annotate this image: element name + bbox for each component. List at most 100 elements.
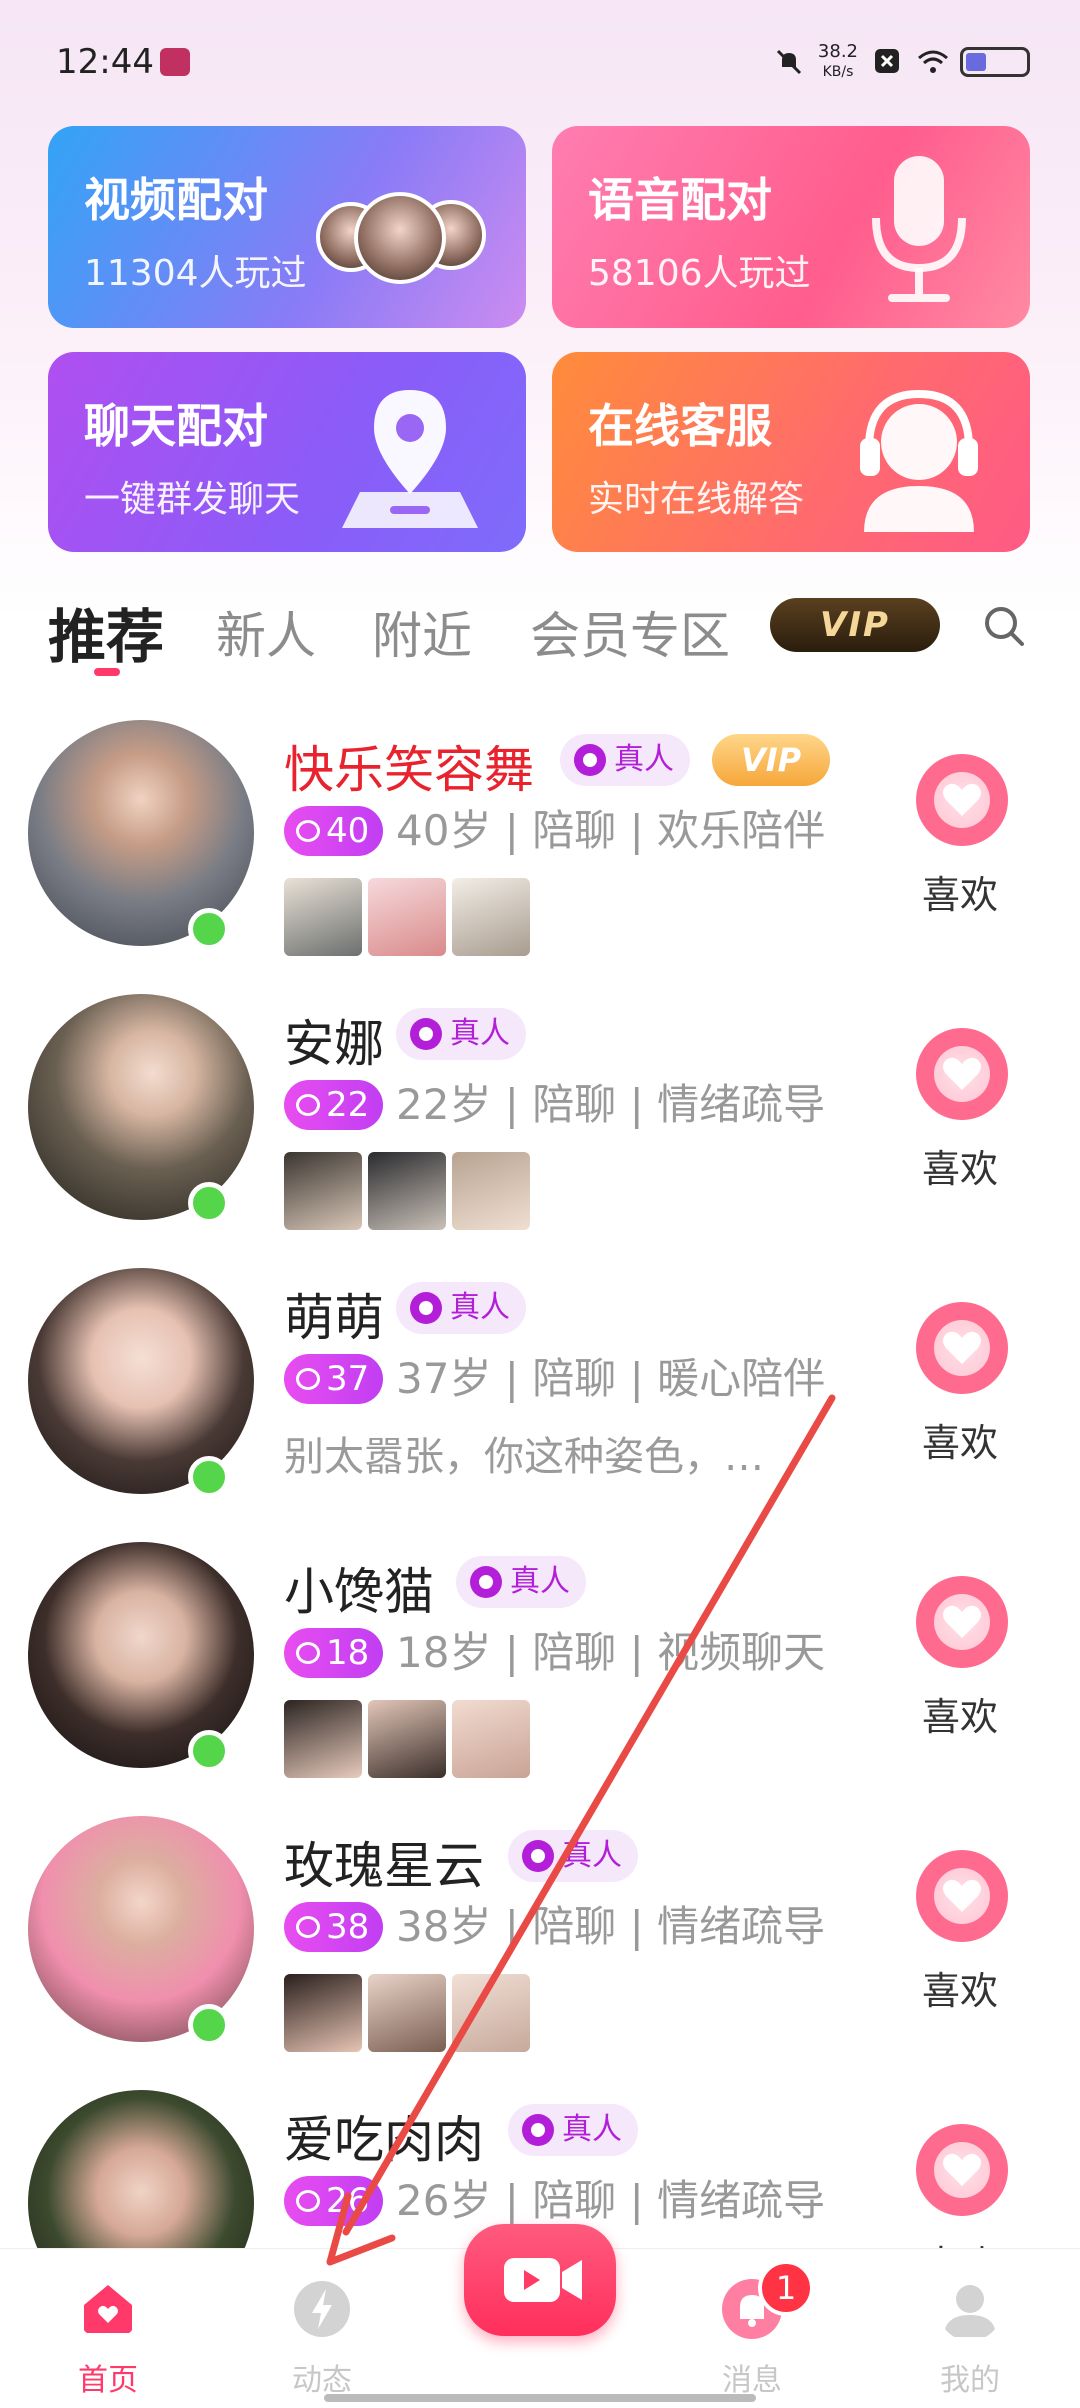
verified-label: 真人: [614, 742, 674, 777]
vip-badge: VIP: [712, 734, 830, 786]
nav-home[interactable]: 首页: [38, 2277, 178, 2399]
like-button[interactable]: [916, 1028, 1008, 1120]
tab-nearby[interactable]: 附近: [372, 596, 472, 668]
video-call-button[interactable]: [464, 2224, 616, 2336]
heart-icon: [943, 2153, 981, 2186]
like-button[interactable]: [916, 1302, 1008, 1394]
app-notification-icon: [160, 48, 190, 76]
like-button[interactable]: [916, 2124, 1008, 2216]
voice-match-title: 语音配对: [588, 173, 772, 227]
profile-list-item[interactable]: 萌萌 真人 37 37岁 | 陪聊 | 暖心陪伴 别太嚣张，你这种姿色，… 喜欢: [0, 1268, 1080, 1540]
voice-match-card[interactable]: 语音配对 58106人玩过: [552, 126, 1030, 328]
photo-thumbnail[interactable]: [284, 1700, 362, 1778]
profile-list-item[interactable]: 安娜 真人 22 22岁 | 陪聊 | 情绪疏导 喜欢: [0, 994, 1080, 1266]
age-number: 40: [326, 811, 370, 851]
like-label: 喜欢: [922, 1969, 999, 2013]
profile-info: 18岁 | 陪聊 | 视频聊天: [396, 1628, 826, 1677]
chat-bubble-icon: [296, 1642, 320, 1664]
photo-thumbnail[interactable]: [368, 1700, 446, 1778]
like-button[interactable]: [916, 1576, 1008, 1668]
vip-zone-badge[interactable]: VIP: [770, 598, 940, 652]
profile-list-item[interactable]: 快乐笑容舞 真人 VIP 40 40岁 | 陪聊 | 欢乐陪伴 喜欢: [0, 720, 1080, 992]
heart-icon: [943, 1879, 981, 1912]
video-match-title: 视频配对: [84, 173, 268, 227]
net-speed-value: 38.2: [817, 41, 858, 62]
photo-thumbnail[interactable]: [452, 1152, 530, 1230]
nav-profile-label: 我的: [940, 2363, 1000, 2398]
video-match-subtitle: 11304人玩过: [84, 253, 307, 294]
online-status-dot: [188, 908, 230, 950]
photo-thumbnails: [284, 1700, 530, 1778]
like-button[interactable]: [916, 1850, 1008, 1942]
active-tab-indicator: [94, 668, 120, 676]
profile-list-item[interactable]: 玫瑰星云 真人 38 38岁 | 陪聊 | 情绪疏导 喜欢: [0, 1816, 1080, 2088]
chat-match-subtitle: 一键群发聊天: [84, 479, 301, 520]
mute-bell-icon: [774, 47, 804, 77]
profile-list-item[interactable]: 小馋猫 真人 18 18岁 | 陪聊 | 视频聊天 喜欢: [0, 1542, 1080, 1814]
age-badge: 37: [284, 1354, 384, 1404]
like-label: 喜欢: [922, 1421, 999, 1465]
photo-thumbnail[interactable]: [284, 1152, 362, 1230]
tab-recommend[interactable]: 推荐: [48, 590, 164, 674]
online-status-dot: [188, 1730, 230, 1772]
profile-info: 38岁 | 陪聊 | 情绪疏导: [396, 1902, 826, 1951]
lightning-icon: [294, 2281, 350, 2337]
avatar-cluster-icon: [316, 192, 486, 284]
chat-bubble-icon: [296, 1094, 320, 1116]
photo-thumbnail[interactable]: [452, 1700, 530, 1778]
nav-moments[interactable]: 动态: [252, 2277, 392, 2399]
chat-bubble-icon: [296, 2190, 320, 2212]
category-tabs: 推荐 新人 附近 会员专区 VIP: [48, 590, 1032, 680]
photo-thumbnails: [284, 1152, 530, 1230]
customer-service-title: 在线客服: [588, 399, 772, 453]
profile-info: 40岁 | 陪聊 | 欢乐陪伴: [396, 806, 826, 855]
age-badge: 18: [284, 1628, 384, 1678]
search-icon[interactable]: [982, 604, 1026, 648]
heart-icon: [943, 783, 981, 816]
microphone-icon: [872, 156, 966, 302]
verified-flower-icon: [522, 1840, 554, 1872]
verified-label: 真人: [562, 1838, 622, 1873]
photo-thumbnail[interactable]: [368, 1974, 446, 2052]
photo-thumbnail[interactable]: [452, 1974, 530, 2052]
tab-new[interactable]: 新人: [216, 596, 316, 668]
nav-profile[interactable]: 我的: [900, 2277, 1040, 2399]
profile-info: 37岁 | 陪聊 | 暖心陪伴: [396, 1354, 826, 1403]
chat-match-card[interactable]: 聊天配对 一键群发聊天: [48, 352, 526, 552]
net-speed-unit: KB/s: [822, 64, 854, 80]
verified-label: 真人: [450, 1290, 510, 1325]
age-number: 38: [326, 1907, 370, 1947]
verified-label: 真人: [562, 2112, 622, 2147]
profile-bio: 别太嚣张，你这种姿色，…: [284, 1434, 764, 1480]
profile-name: 萌萌: [284, 1289, 384, 1347]
verified-flower-icon: [410, 1292, 442, 1324]
photo-thumbnail[interactable]: [452, 878, 530, 956]
photo-thumbnails: [284, 1974, 530, 2052]
video-match-card[interactable]: 视频配对 11304人玩过: [48, 126, 526, 328]
age-number: 26: [326, 2181, 370, 2221]
age-badge: 26: [284, 2176, 384, 2226]
nav-messages-label: 消息: [722, 2363, 782, 2398]
message-count-badge: 1: [758, 2260, 814, 2316]
verified-real-badge: 真人: [560, 734, 690, 786]
verified-flower-icon: [574, 744, 606, 776]
photo-thumbnail[interactable]: [284, 1974, 362, 2052]
home-indicator[interactable]: [324, 2394, 756, 2402]
online-status-dot: [188, 1182, 230, 1224]
like-button[interactable]: [916, 754, 1008, 846]
verified-label: 真人: [510, 1564, 570, 1599]
photo-thumbnail[interactable]: [368, 878, 446, 956]
profile-name: 快乐笑容舞: [284, 741, 534, 799]
customer-service-card[interactable]: 在线客服 实时在线解答: [552, 352, 1030, 552]
verified-real-badge: 真人: [396, 1008, 526, 1060]
profile-name: 玫瑰星云: [284, 1837, 484, 1895]
profile-info: 26岁 | 陪聊 | 情绪疏导: [396, 2176, 826, 2225]
verified-label: 真人: [450, 1016, 510, 1051]
photo-thumbnail[interactable]: [368, 1152, 446, 1230]
tab-vip-zone[interactable]: 会员专区: [530, 596, 730, 668]
photo-thumbnail[interactable]: [284, 878, 362, 956]
like-label: 喜欢: [922, 1147, 999, 1191]
profile-name: 安娜: [284, 1015, 384, 1073]
verified-real-badge: 真人: [508, 2104, 638, 2156]
like-label: 喜欢: [922, 1695, 999, 1739]
